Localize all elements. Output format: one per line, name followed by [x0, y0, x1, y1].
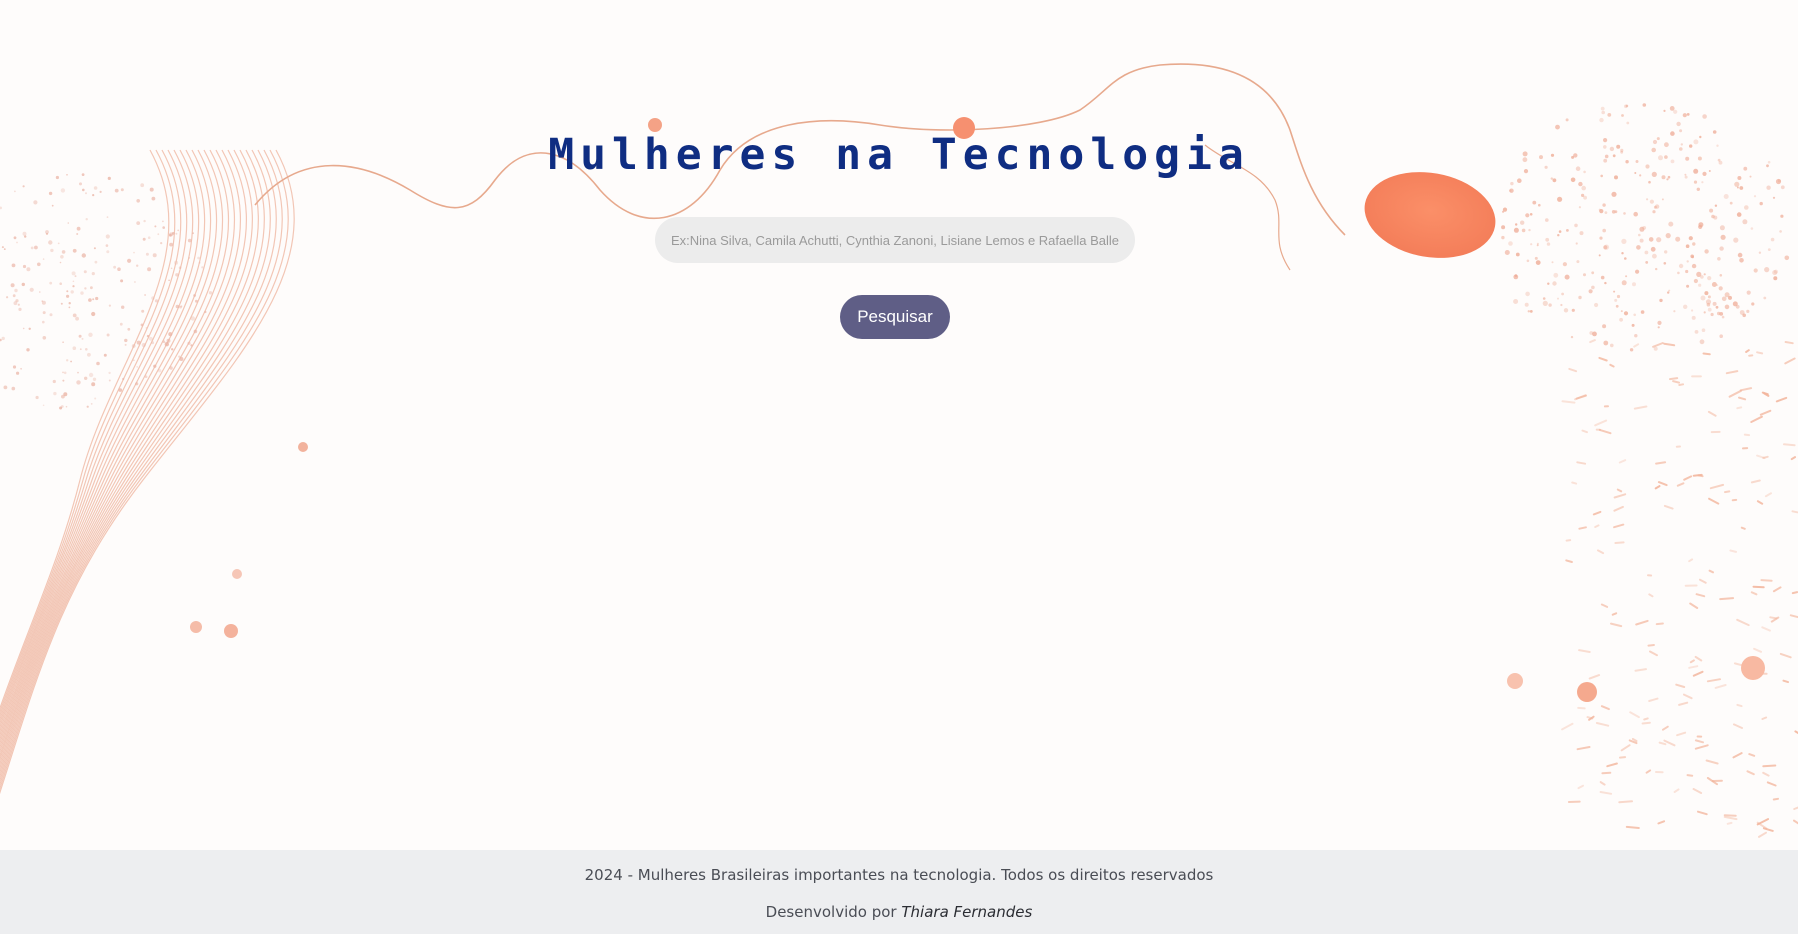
search-input[interactable]	[655, 217, 1135, 263]
page: Mulheres na Tecnologia Pesquisar 2024 - …	[0, 0, 1798, 934]
search-button[interactable]: Pesquisar	[840, 295, 950, 339]
footer: 2024 - Mulheres Brasileiras importantes …	[0, 850, 1798, 934]
developed-by-label: Desenvolvido por	[765, 903, 897, 921]
developer-name: Thiara Fernandes	[901, 903, 1033, 921]
hero-section: Mulheres na Tecnologia Pesquisar	[0, 0, 1798, 850]
background-decoration	[0, 63, 1798, 838]
footer-credits: Desenvolvido por Thiara Fernandes	[0, 903, 1798, 921]
page-title: Mulheres na Tecnologia	[548, 130, 1250, 180]
footer-copyright: 2024 - Mulheres Brasileiras importantes …	[584, 866, 1214, 884]
